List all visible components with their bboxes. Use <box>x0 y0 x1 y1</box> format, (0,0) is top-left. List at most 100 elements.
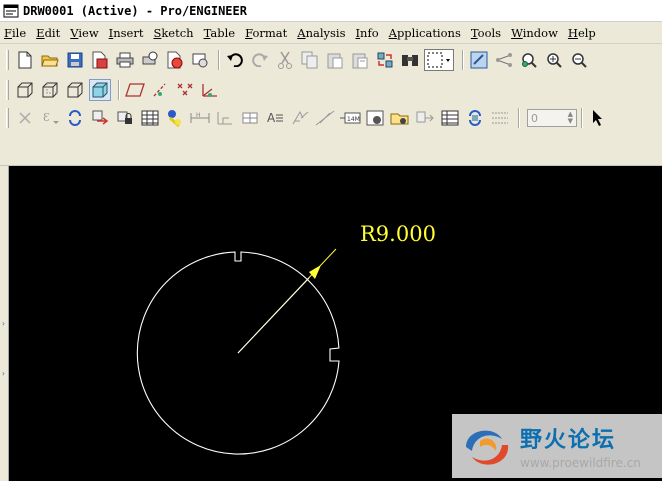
print-icon[interactable] <box>114 49 136 71</box>
menu-item[interactable]: Help <box>568 26 596 40</box>
paste-special-icon[interactable] <box>349 49 371 71</box>
toolbar-display <box>0 76 662 104</box>
arrow-icon[interactable] <box>414 107 436 129</box>
menu-item-mnemonic: W <box>511 26 523 40</box>
shading-icon[interactable] <box>89 79 111 101</box>
app-window-icon[interactable] <box>3 4 19 18</box>
paste-icon[interactable] <box>324 49 346 71</box>
menu-item[interactable]: Table <box>204 26 235 40</box>
zoom-in-icon[interactable] <box>543 49 565 71</box>
ordinate-icon[interactable] <box>214 107 236 129</box>
save-icon[interactable] <box>64 49 86 71</box>
find-icon[interactable] <box>399 49 421 71</box>
menu-item[interactable]: Insert <box>109 26 144 40</box>
layer-icon[interactable] <box>439 107 461 129</box>
detail-view-icon[interactable] <box>364 107 386 129</box>
radius-arrowhead <box>309 265 321 279</box>
menu-item-label: nsert <box>113 26 144 40</box>
menu-item-mnemonic: A <box>297 26 306 40</box>
toolbar-grip[interactable] <box>6 50 9 70</box>
update-icon[interactable] <box>64 107 86 129</box>
toolbar-separator <box>218 50 220 70</box>
collapse-arrow-icon[interactable]: › <box>1 319 6 328</box>
edit-icon[interactable]: 14M <box>339 107 361 129</box>
pdf-export-icon[interactable] <box>164 49 186 71</box>
toolbar-separator <box>462 50 464 70</box>
open-folder-icon[interactable] <box>39 49 61 71</box>
menu-item[interactable]: File <box>4 26 26 40</box>
surface-finish-icon[interactable]: A <box>264 107 286 129</box>
navigator-collapse-handle[interactable]: › › <box>0 166 9 481</box>
datum-axis-icon[interactable] <box>149 79 171 101</box>
cross-section-icon[interactable] <box>389 107 411 129</box>
spin-center-icon[interactable] <box>493 49 515 71</box>
menu-item[interactable]: Info <box>355 26 378 40</box>
message-area <box>0 132 662 166</box>
coord-sys-icon[interactable] <box>199 79 221 101</box>
zoom-out-icon[interactable] <box>568 49 590 71</box>
move-view-icon[interactable] <box>89 107 111 129</box>
grid-icon[interactable] <box>464 107 486 129</box>
value-spinbox[interactable]: 0 ▲ ▼ <box>527 109 577 127</box>
dimension-icon[interactable]: H <box>189 107 211 129</box>
menu-item-label: pplications <box>396 26 461 40</box>
menu-item[interactable]: View <box>70 26 98 40</box>
table-icon[interactable] <box>139 107 161 129</box>
svg-text:Ɛ: Ɛ <box>43 111 50 124</box>
repaint-icon[interactable] <box>468 49 490 71</box>
watermark: 野火论坛 www.proewildfire.cn <box>452 414 662 478</box>
save-copy-icon[interactable] <box>89 49 111 71</box>
no-hidden-icon[interactable] <box>64 79 86 101</box>
toolbar-grip[interactable] <box>6 108 9 128</box>
spinbox-arrows-icon[interactable]: ▲ ▼ <box>568 111 573 125</box>
list-icon[interactable] <box>489 107 511 129</box>
menu-item-label: nfo <box>360 26 379 40</box>
lock-view-icon[interactable] <box>114 107 136 129</box>
send-mail-icon[interactable] <box>189 49 211 71</box>
menu-item[interactable]: Format <box>245 26 287 40</box>
toolbar-standard <box>0 46 662 74</box>
window-title: DRW0001 (Active) - Pro/ENGINEER <box>23 3 247 18</box>
zoom-fit-icon[interactable] <box>518 49 540 71</box>
select-box-icon[interactable] <box>424 49 454 71</box>
wireframe-icon[interactable] <box>14 79 36 101</box>
redo-icon[interactable] <box>249 49 271 71</box>
regenerate-icon[interactable] <box>374 49 396 71</box>
menu-item-label: able <box>210 26 236 40</box>
symbol-icon[interactable] <box>314 107 336 129</box>
delete-icon[interactable] <box>14 107 36 129</box>
menu-item[interactable]: Tools <box>471 26 501 40</box>
menu-item-label: iew <box>78 26 99 40</box>
radius-dimension-label[interactable]: R9.000 <box>360 222 436 246</box>
toolbar-drawing: Ɛ H A 14M 0 ▲ ▼ <box>0 104 662 132</box>
expand-arrow-icon[interactable]: › <box>1 369 6 378</box>
show-axes-icon[interactable]: Ɛ <box>39 107 61 129</box>
watermark-url: www.proewildfire.cn <box>520 456 641 470</box>
datum-plane-icon[interactable] <box>124 79 146 101</box>
drawing-canvas[interactable]: R9.000 野火论坛 www.proewildfire.cn <box>9 166 662 481</box>
cut-icon[interactable] <box>274 49 296 71</box>
print-preview-icon[interactable] <box>139 49 161 71</box>
note-icon[interactable] <box>164 107 186 129</box>
pointer-help-icon[interactable] <box>587 107 609 129</box>
datum-point-icon[interactable] <box>174 79 196 101</box>
radius-arrow-shaft <box>237 277 310 354</box>
menu-item-label: ile <box>11 26 27 40</box>
menu-item[interactable]: Applications <box>389 26 461 40</box>
new-file-icon[interactable] <box>14 49 36 71</box>
menu-item[interactable]: Sketch <box>153 26 193 40</box>
toolbar-grip[interactable] <box>6 80 9 100</box>
menu-item-label: nalysis <box>305 26 346 40</box>
menu-item[interactable]: Edit <box>36 26 60 40</box>
menu-item[interactable]: Analysis <box>297 26 345 40</box>
undo-icon[interactable] <box>224 49 246 71</box>
hidden-line-icon[interactable] <box>39 79 61 101</box>
tolerance-icon[interactable] <box>239 107 261 129</box>
menu-item[interactable]: Window <box>511 26 558 40</box>
menu-bar: File Edit View Insert Sketch Table Format Analy… <box>0 23 662 44</box>
menu-item-label: ormat <box>252 26 288 40</box>
toolbar-separator <box>118 80 120 100</box>
watermark-cn: 野火论坛 <box>520 428 617 453</box>
text-style-icon[interactable] <box>289 107 311 129</box>
copy-icon[interactable] <box>299 49 321 71</box>
